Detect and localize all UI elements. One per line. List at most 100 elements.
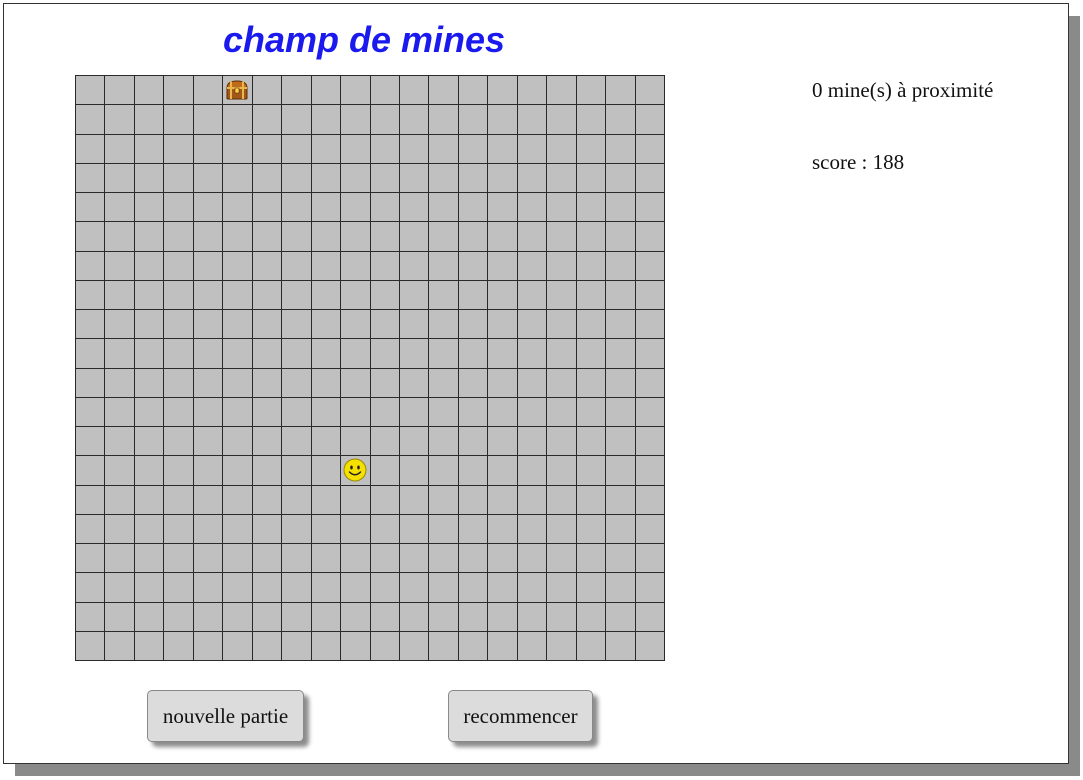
grid-cell[interactable] bbox=[576, 163, 606, 192]
grid-cell[interactable] bbox=[223, 310, 252, 339]
grid-cell[interactable] bbox=[635, 222, 664, 251]
grid-cell[interactable] bbox=[252, 602, 282, 631]
grid-cell[interactable] bbox=[370, 602, 399, 631]
grid-cell[interactable] bbox=[134, 339, 164, 368]
grid-cell[interactable] bbox=[635, 602, 664, 631]
grid-cell[interactable] bbox=[576, 105, 606, 134]
grid-cell[interactable] bbox=[193, 339, 223, 368]
grid-cell[interactable] bbox=[134, 251, 164, 280]
grid-cell[interactable] bbox=[282, 134, 311, 163]
grid-cell[interactable] bbox=[399, 397, 429, 426]
grid-cell[interactable] bbox=[635, 573, 664, 602]
grid-cell[interactable] bbox=[223, 339, 252, 368]
grid-cell[interactable] bbox=[399, 251, 429, 280]
grid-cell[interactable] bbox=[252, 368, 282, 397]
grid-cell[interactable] bbox=[399, 427, 429, 456]
grid-cell[interactable] bbox=[576, 631, 606, 660]
grid-cell[interactable] bbox=[606, 485, 635, 514]
grid-cell[interactable] bbox=[76, 193, 105, 222]
grid-cell[interactable] bbox=[547, 222, 576, 251]
grid-cell[interactable] bbox=[164, 76, 193, 105]
grid-cell[interactable] bbox=[252, 485, 282, 514]
grid-cell[interactable] bbox=[547, 76, 576, 105]
grid-cell[interactable] bbox=[547, 631, 576, 660]
grid-cell[interactable] bbox=[635, 544, 664, 573]
grid-cell[interactable] bbox=[635, 339, 664, 368]
grid-cell[interactable] bbox=[547, 251, 576, 280]
grid-cell[interactable] bbox=[370, 427, 399, 456]
grid-cell[interactable] bbox=[399, 485, 429, 514]
grid-cell[interactable] bbox=[606, 397, 635, 426]
grid-cell[interactable] bbox=[547, 427, 576, 456]
grid-cell[interactable] bbox=[105, 573, 134, 602]
grid-cell[interactable] bbox=[606, 631, 635, 660]
grid-cell[interactable] bbox=[164, 280, 193, 309]
grid-cell[interactable] bbox=[76, 105, 105, 134]
grid-cell[interactable] bbox=[311, 368, 341, 397]
grid-cell[interactable] bbox=[488, 514, 517, 543]
grid-cell[interactable] bbox=[429, 397, 458, 426]
grid-cell[interactable] bbox=[282, 397, 311, 426]
grid-cell[interactable] bbox=[223, 163, 252, 192]
grid-cell[interactable] bbox=[547, 163, 576, 192]
grid-cell[interactable] bbox=[164, 134, 193, 163]
grid-cell[interactable] bbox=[399, 222, 429, 251]
grid-cell[interactable] bbox=[223, 456, 252, 485]
grid-cell[interactable] bbox=[105, 222, 134, 251]
grid-cell[interactable] bbox=[488, 427, 517, 456]
grid-cell[interactable] bbox=[193, 163, 223, 192]
grid-cell[interactable] bbox=[429, 76, 458, 105]
grid-cell[interactable] bbox=[576, 397, 606, 426]
grid-cell[interactable] bbox=[429, 251, 458, 280]
grid-cell[interactable] bbox=[252, 339, 282, 368]
grid-cell[interactable] bbox=[252, 193, 282, 222]
grid-cell[interactable] bbox=[370, 368, 399, 397]
grid-cell[interactable] bbox=[105, 368, 134, 397]
grid-cell[interactable] bbox=[223, 280, 252, 309]
grid-cell[interactable] bbox=[576, 573, 606, 602]
grid-cell[interactable] bbox=[76, 280, 105, 309]
grid-cell[interactable] bbox=[488, 310, 517, 339]
grid-cell[interactable] bbox=[399, 514, 429, 543]
grid-cell[interactable] bbox=[606, 602, 635, 631]
grid-cell[interactable] bbox=[76, 397, 105, 426]
grid-cell[interactable] bbox=[134, 134, 164, 163]
grid-cell[interactable] bbox=[517, 339, 547, 368]
grid-cell[interactable] bbox=[134, 163, 164, 192]
grid-cell[interactable] bbox=[252, 222, 282, 251]
grid-cell[interactable] bbox=[458, 163, 488, 192]
grid-cell[interactable] bbox=[576, 485, 606, 514]
grid-cell[interactable] bbox=[370, 573, 399, 602]
grid-cell[interactable] bbox=[341, 514, 370, 543]
grid-cell[interactable] bbox=[517, 368, 547, 397]
grid-cell[interactable] bbox=[282, 222, 311, 251]
grid-cell[interactable] bbox=[399, 193, 429, 222]
grid-cell[interactable] bbox=[341, 105, 370, 134]
grid-cell[interactable] bbox=[488, 485, 517, 514]
grid-cell[interactable] bbox=[134, 280, 164, 309]
grid-cell[interactable] bbox=[341, 193, 370, 222]
grid-cell[interactable] bbox=[429, 427, 458, 456]
grid-cell[interactable] bbox=[134, 631, 164, 660]
grid-cell[interactable] bbox=[311, 251, 341, 280]
grid-cell[interactable] bbox=[193, 514, 223, 543]
grid-cell[interactable] bbox=[606, 222, 635, 251]
grid-cell[interactable] bbox=[399, 310, 429, 339]
grid-cell[interactable] bbox=[399, 134, 429, 163]
grid-cell[interactable] bbox=[105, 514, 134, 543]
grid-cell[interactable] bbox=[429, 485, 458, 514]
grid-cell[interactable] bbox=[223, 193, 252, 222]
grid-cell[interactable] bbox=[399, 602, 429, 631]
grid-cell[interactable] bbox=[252, 163, 282, 192]
grid-cell[interactable] bbox=[76, 368, 105, 397]
grid-cell[interactable] bbox=[341, 163, 370, 192]
grid-cell[interactable] bbox=[547, 368, 576, 397]
grid-cell[interactable] bbox=[370, 280, 399, 309]
grid-cell[interactable] bbox=[311, 222, 341, 251]
grid-cell[interactable] bbox=[606, 310, 635, 339]
grid-cell[interactable] bbox=[517, 485, 547, 514]
grid-cell[interactable] bbox=[606, 514, 635, 543]
grid-cell[interactable] bbox=[606, 193, 635, 222]
grid-cell[interactable] bbox=[635, 456, 664, 485]
grid-cell[interactable] bbox=[606, 427, 635, 456]
